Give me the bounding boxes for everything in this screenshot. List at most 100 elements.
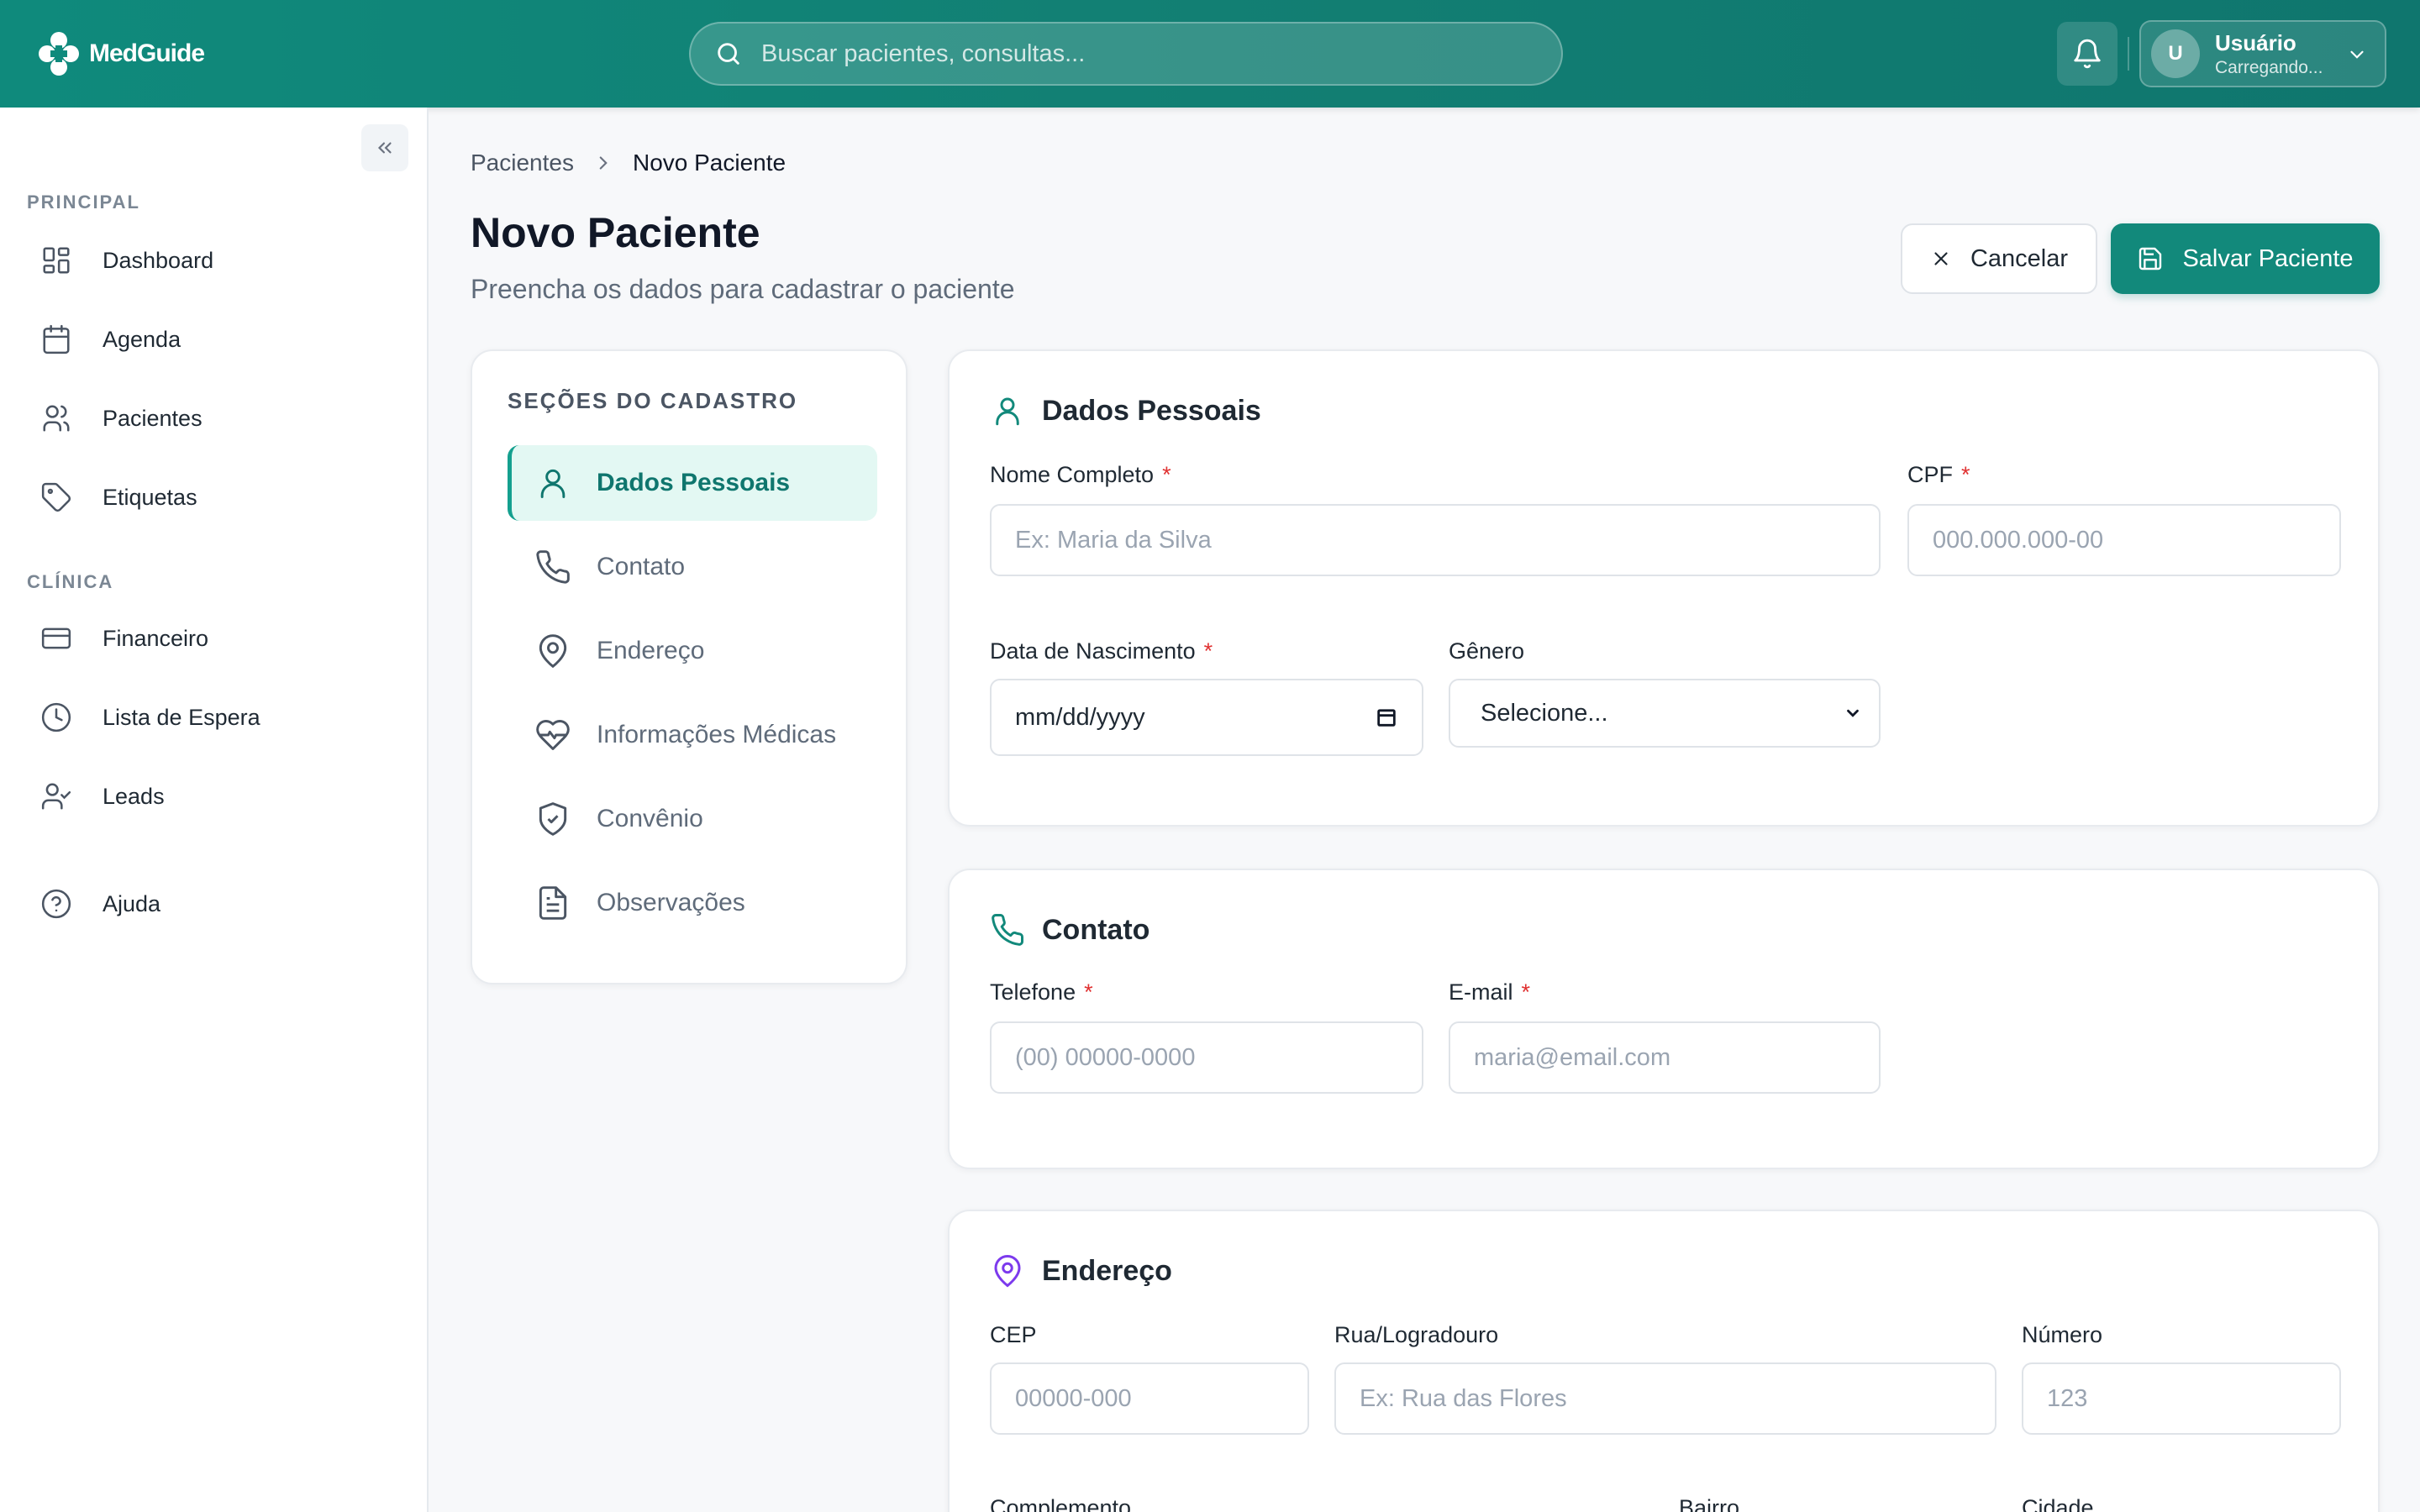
app-name: MedGuide bbox=[89, 39, 205, 67]
help-circle-icon bbox=[41, 889, 71, 919]
map-pin-icon bbox=[994, 1255, 1021, 1288]
contact-title: Contato bbox=[1042, 913, 1150, 946]
sidebar-item-label: Etiquetas bbox=[103, 484, 197, 510]
top-bar: MedGuide U Usuário Carregando... bbox=[0, 0, 2420, 108]
address-title: Endereço bbox=[1042, 1254, 1172, 1287]
full-name-label: Nome Completo * bbox=[990, 462, 1171, 487]
page-subtitle: Preencha os dados para cadastrar o pacie… bbox=[471, 274, 1015, 304]
address-header: Endereço bbox=[990, 1253, 1172, 1289]
tag-icon bbox=[41, 482, 71, 512]
address-card: Endereço CEP Rua/Logradouro Número Compl… bbox=[948, 1210, 2380, 1512]
sidebar-item-label: Financeiro bbox=[103, 625, 209, 651]
personal-data-title: Dados Pessoais bbox=[1042, 394, 1261, 427]
global-search[interactable] bbox=[689, 22, 1563, 86]
sections-nav-card: SEÇÕES DO CADASTRO Dados Pessoais Contat… bbox=[471, 349, 908, 984]
calendar-icon bbox=[43, 324, 70, 354]
notifications-button[interactable] bbox=[2057, 22, 2118, 86]
sidebar-item-lista-de-espera[interactable]: Lista de Espera bbox=[27, 684, 402, 751]
section-link-label: Dados Pessoais bbox=[597, 469, 791, 496]
map-pin-icon bbox=[539, 634, 567, 669]
sidebar: PRINCIPAL Dashboard Agenda Pacientes Eti… bbox=[0, 108, 429, 1512]
user-menu[interactable]: U Usuário Carregando... bbox=[2139, 20, 2386, 87]
layout-grid-icon bbox=[43, 247, 70, 274]
cancel-button[interactable]: Cancelar bbox=[1901, 223, 2097, 294]
birth-date-label: Data de Nascimento * bbox=[990, 638, 1213, 664]
medguide-logo-icon bbox=[39, 32, 79, 76]
section-link-contato[interactable]: Contato bbox=[508, 529, 877, 605]
email-input[interactable] bbox=[1449, 1021, 1881, 1094]
number-label: Número bbox=[2022, 1322, 2103, 1347]
sidebar-item-label: Leads bbox=[103, 783, 165, 809]
sidebar-item-leads[interactable]: Leads bbox=[27, 763, 402, 830]
chevron-down-icon bbox=[2350, 50, 2364, 59]
section-link-endereco[interactable]: Endereço bbox=[508, 613, 877, 689]
chevron-down-icon bbox=[1847, 709, 1859, 717]
sidebar-item-etiquetas[interactable]: Etiquetas bbox=[27, 464, 402, 531]
cpf-label: CPF * bbox=[1907, 462, 1970, 487]
birth-date-input[interactable]: mm/dd/yyyy bbox=[990, 679, 1423, 756]
collapse-sidebar-button[interactable] bbox=[361, 124, 408, 171]
sidebar-item-agenda[interactable]: Agenda bbox=[27, 306, 402, 373]
gender-select[interactable]: Selecione... bbox=[1449, 679, 1881, 748]
complement-label: Complemento bbox=[990, 1495, 1132, 1512]
section-link-label: Endereço bbox=[597, 637, 705, 664]
sidebar-item-dashboard[interactable]: Dashboard bbox=[27, 227, 402, 294]
contact-card: Contato Telefone* E-mail* bbox=[948, 869, 2380, 1169]
phone-input[interactable] bbox=[990, 1021, 1423, 1094]
email-label: E-mail * bbox=[1449, 979, 1531, 1005]
avatar: U bbox=[2151, 29, 2200, 78]
bell-icon bbox=[2074, 39, 2101, 69]
street-label: Rua/Logradouro bbox=[1334, 1322, 1499, 1347]
full-name-input[interactable] bbox=[990, 504, 1881, 576]
user-icon bbox=[996, 397, 1019, 426]
heart-pulse-icon bbox=[536, 720, 570, 750]
users-icon bbox=[43, 405, 70, 432]
close-icon bbox=[1934, 252, 1948, 265]
sidebar-item-label: Agenda bbox=[103, 326, 182, 352]
section-link-label: Convênio bbox=[597, 805, 703, 832]
sidebar-item-label: Lista de Espera bbox=[103, 704, 260, 730]
street-input[interactable] bbox=[1334, 1362, 1996, 1435]
sidebar-item-label: Dashboard bbox=[103, 247, 214, 273]
sections-nav-title: SEÇÕES DO CADASTRO bbox=[508, 388, 798, 413]
district-label: Bairro bbox=[1679, 1495, 1740, 1512]
shield-check-icon bbox=[539, 802, 567, 836]
chevron-right-icon bbox=[599, 156, 608, 170]
cancel-button-label: Cancelar bbox=[1970, 244, 2069, 272]
save-icon bbox=[2139, 247, 2162, 270]
phone-icon bbox=[536, 550, 570, 584]
personal-data-card: Dados Pessoais Nome Completo* CPF* Data … bbox=[948, 349, 2380, 827]
section-link-convenio[interactable]: Convênio bbox=[508, 781, 877, 857]
section-link-label: Observações bbox=[597, 889, 745, 916]
section-link-dados-pessoais[interactable]: Dados Pessoais bbox=[508, 445, 877, 521]
sidebar-item-pacientes[interactable]: Pacientes bbox=[27, 385, 402, 452]
number-input[interactable] bbox=[2022, 1362, 2341, 1435]
section-link-observacoes[interactable]: Observações bbox=[508, 865, 877, 941]
cpf-input[interactable] bbox=[1907, 504, 2341, 576]
credit-card-icon bbox=[41, 627, 71, 649]
sidebar-item-ajuda[interactable]: Ajuda bbox=[27, 870, 402, 937]
breadcrumb-current: Novo Paciente bbox=[632, 150, 786, 176]
save-button-label: Salvar Paciente bbox=[2182, 244, 2354, 272]
save-patient-button[interactable]: Salvar Paciente bbox=[2111, 223, 2380, 294]
clock-icon bbox=[41, 702, 71, 732]
search-input[interactable] bbox=[761, 39, 1518, 68]
cep-input[interactable] bbox=[990, 1362, 1309, 1435]
calendar-icon[interactable] bbox=[1375, 706, 1398, 729]
city-label: Cidade bbox=[2022, 1495, 2094, 1512]
search-icon bbox=[718, 43, 739, 65]
chevrons-left-icon bbox=[377, 142, 392, 154]
app-logo[interactable]: MedGuide bbox=[34, 27, 205, 81]
user-name: Usuário bbox=[2215, 29, 2296, 55]
section-link-label: Informações Médicas bbox=[597, 721, 837, 748]
section-link-informacoes-medicas[interactable]: Informações Médicas bbox=[508, 697, 877, 773]
sidebar-section-clinica: CLÍNICA bbox=[27, 571, 114, 592]
page-title: Novo Paciente bbox=[471, 209, 760, 256]
sidebar-item-label: Ajuda bbox=[103, 890, 161, 916]
sidebar-item-financeiro[interactable]: Financeiro bbox=[27, 605, 402, 672]
gender-label: Gênero bbox=[1449, 638, 1525, 664]
breadcrumb-pacientes-link[interactable]: Pacientes bbox=[471, 150, 574, 176]
phone-icon bbox=[992, 914, 1023, 946]
cep-label: CEP bbox=[990, 1322, 1037, 1347]
section-link-label: Contato bbox=[597, 553, 686, 580]
